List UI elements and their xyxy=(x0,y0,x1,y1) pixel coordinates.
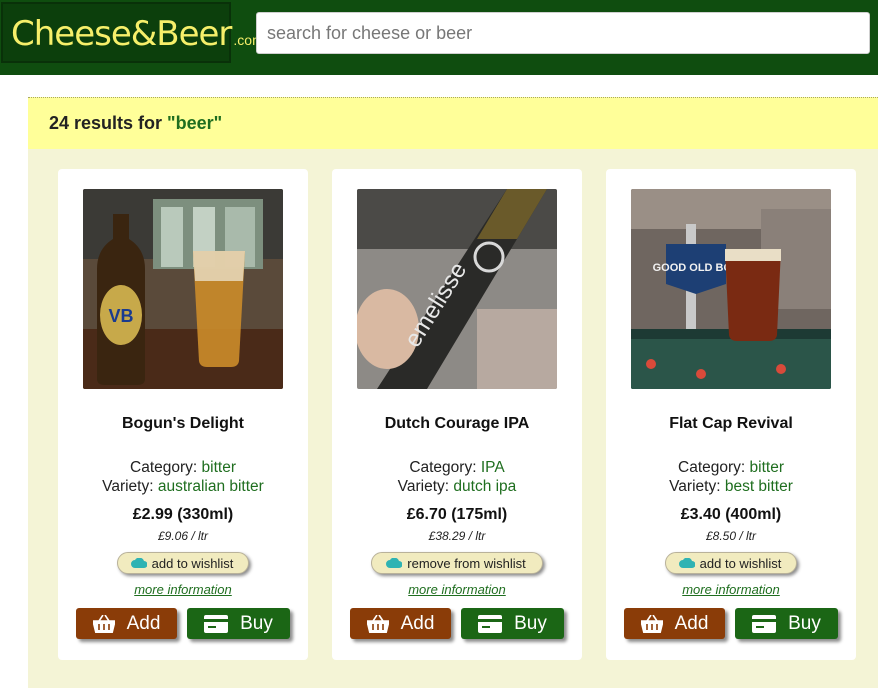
cloud-icon xyxy=(386,558,403,568)
add-label: Add xyxy=(400,612,435,634)
more-information-link[interactable]: more information xyxy=(332,582,582,597)
product-name[interactable]: Bogun's Delight xyxy=(58,415,308,433)
unit-price: £8.50 / ltr xyxy=(705,529,757,543)
variety-label: Variety: xyxy=(669,478,721,495)
variety-label: Variety: xyxy=(102,478,154,495)
wishlist-button[interactable]: add to wishlist xyxy=(665,552,797,574)
wishlist-button[interactable]: remove from wishlist xyxy=(371,552,543,574)
site-header: Cheese&Beer .com xyxy=(0,0,878,75)
product-photo[interactable]: emelisse xyxy=(357,189,557,389)
wishlist-label: remove from wishlist xyxy=(407,555,526,571)
unit-price: £38.29 / ltr xyxy=(428,529,486,543)
product-card: GOOD OLD BOY Flat Cap Revival Category: … xyxy=(606,169,856,660)
search-input[interactable] xyxy=(256,12,870,54)
add-label: Add xyxy=(126,612,161,634)
buy-label: Buy xyxy=(240,612,273,634)
wishlist-label: add to wishlist xyxy=(151,555,234,571)
product-card: emelisse Dutch Courage IPA Category: IPA… xyxy=(332,169,582,660)
add-to-basket-button[interactable]: Add xyxy=(350,608,451,639)
product-grid: VB Bogun's Delight Category: bitter Vari… xyxy=(28,149,878,688)
product-price: £3.40 (400ml) xyxy=(680,506,782,523)
add-label: Add xyxy=(674,612,709,634)
results-query: "beer" xyxy=(167,113,223,133)
variety-label: Variety: xyxy=(397,478,450,495)
category-label: Category: xyxy=(130,459,198,476)
product-price: £6.70 (175ml) xyxy=(406,506,508,523)
category-label: Category: xyxy=(678,459,746,476)
more-information-link[interactable]: more information xyxy=(606,582,856,597)
buy-button[interactable]: Buy xyxy=(461,608,564,639)
category-value[interactable]: bitter xyxy=(202,459,236,476)
credit-card-icon xyxy=(478,614,503,633)
category-label: Category: xyxy=(409,459,477,476)
wishlist-label: add to wishlist xyxy=(699,555,782,571)
results-count-text: 24 results for xyxy=(49,113,163,133)
more-information-link[interactable]: more information xyxy=(58,582,308,597)
product-meta: Category: bitter Variety: australian bit… xyxy=(58,458,308,496)
product-meta: Category: bitter Variety: best bitter xyxy=(606,458,856,496)
variety-value[interactable]: dutch ipa xyxy=(453,478,516,495)
logo-text: Cheese&Beer xyxy=(11,14,232,54)
product-photo[interactable]: VB xyxy=(83,189,283,389)
buy-label: Buy xyxy=(788,612,821,634)
unit-price: £9.06 / ltr xyxy=(157,529,209,543)
add-to-basket-button[interactable]: Add xyxy=(624,608,725,639)
product-card: VB Bogun's Delight Category: bitter Vari… xyxy=(58,169,308,660)
results-summary: 24 results for "beer" xyxy=(28,97,878,149)
variety-value[interactable]: best bitter xyxy=(725,478,793,495)
buy-button[interactable]: Buy xyxy=(187,608,290,639)
basket-icon xyxy=(92,614,115,633)
product-photo[interactable]: GOOD OLD BOY xyxy=(631,189,831,389)
credit-card-icon xyxy=(752,614,777,633)
site-logo[interactable]: Cheese&Beer .com xyxy=(1,2,264,63)
buy-label: Buy xyxy=(514,612,547,634)
cloud-icon xyxy=(678,558,695,568)
bottle-label-text: VB xyxy=(108,306,133,326)
cloud-icon xyxy=(130,558,147,568)
category-value[interactable]: bitter xyxy=(750,459,784,476)
product-name[interactable]: Dutch Courage IPA xyxy=(332,415,582,433)
credit-card-icon xyxy=(204,614,229,633)
basket-icon xyxy=(640,614,663,633)
add-to-basket-button[interactable]: Add xyxy=(76,608,177,639)
product-price: £2.99 (330ml) xyxy=(132,506,234,523)
category-value[interactable]: IPA xyxy=(481,459,505,476)
product-meta: Category: IPA Variety: dutch ipa xyxy=(332,458,582,496)
wishlist-button[interactable]: add to wishlist xyxy=(117,552,249,574)
basket-icon xyxy=(366,614,389,633)
variety-value[interactable]: australian bitter xyxy=(158,478,264,495)
buy-button[interactable]: Buy xyxy=(735,608,838,639)
product-name[interactable]: Flat Cap Revival xyxy=(606,415,856,433)
